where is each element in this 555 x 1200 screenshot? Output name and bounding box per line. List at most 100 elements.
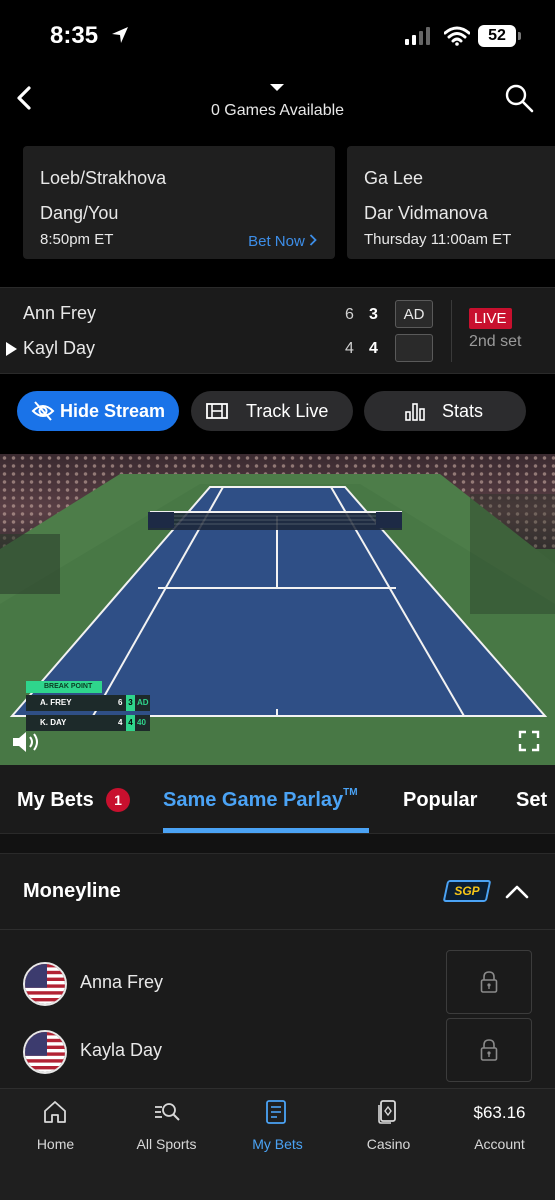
hide-stream-label: Hide Stream — [60, 401, 166, 421]
stream-controls: Hide Stream Track Live Stats — [0, 374, 555, 454]
overlay-score-row: K. DAY 4 4 40 — [26, 715, 150, 731]
overlay-score-row: A. FREY 6 3 AD — [26, 695, 150, 711]
cellular-signal-icon — [405, 27, 430, 45]
games-dropdown-caret-icon[interactable] — [270, 84, 284, 91]
nav-all-sports[interactable]: All Sports — [111, 1089, 222, 1159]
divider — [451, 300, 452, 362]
live-video-stream[interactable]: BREAK POINT A. FREY 6 3 AD K. DAY 4 4 40 — [0, 454, 555, 765]
lock-icon — [480, 971, 498, 993]
nav-casino[interactable]: Casino — [333, 1089, 444, 1159]
location-arrow-icon — [112, 27, 128, 43]
bet-now-link[interactable]: Bet Now — [248, 233, 317, 250]
battery-indicator: 52 — [478, 25, 516, 47]
set-1-score: 4 — [345, 340, 354, 357]
court-tracker-icon — [206, 403, 228, 419]
nav-label: All Sports — [136, 1136, 197, 1152]
tab-my-bets[interactable]: My Bets — [17, 789, 94, 812]
market-runner: Anna Frey — [0, 950, 555, 1014]
wifi-icon — [444, 26, 470, 46]
player-name: Ann Frey — [23, 303, 97, 323]
locked-odds-button[interactable] — [446, 1018, 532, 1082]
home-icon — [44, 1101, 66, 1123]
account-balance: $63.16 — [473, 1103, 526, 1122]
status-bar: 8:35 52 — [0, 0, 555, 72]
us-flag-icon — [23, 1030, 67, 1074]
section-spacer — [0, 834, 555, 853]
game-team-1: Ga Lee — [364, 168, 424, 188]
us-flag-icon — [23, 962, 67, 1006]
overlay-points: AD — [137, 698, 149, 707]
sgp-badge-label: SGP — [454, 884, 480, 898]
bet-tabs: My Bets 1 Same Game ParlayTM Popular Set — [0, 765, 555, 834]
serving-indicator-icon — [6, 342, 17, 356]
bottom-navigation: Home All Sports My Bets Casino $63.16 Ac… — [0, 1088, 555, 1200]
moneyline-market: Moneyline SGP Anna Frey Kayla Day — [0, 853, 555, 1088]
game-points-box: AD — [395, 300, 433, 328]
runner-name: Kayla Day — [80, 1040, 163, 1060]
sgp-badge: SGP — [442, 880, 492, 902]
bet-slip-icon — [266, 1100, 286, 1124]
hide-stream-button[interactable]: Hide Stream — [17, 391, 179, 431]
trademark-symbol: TM — [343, 787, 358, 798]
nav-label: Account — [474, 1136, 525, 1152]
lock-icon — [480, 1039, 498, 1061]
battery-tip — [518, 32, 521, 40]
chevron-up-icon[interactable] — [503, 880, 531, 904]
tab-set[interactable]: Set — [516, 789, 547, 812]
status-time: 8:35 — [50, 22, 99, 49]
stats-button[interactable]: Stats — [364, 391, 526, 431]
playing-card-icon — [378, 1100, 396, 1124]
overlay-set-1: 4 — [118, 718, 123, 727]
nav-label: Home — [36, 1136, 75, 1152]
player-name: Kayl Day — [23, 338, 96, 358]
game-start-time: Thursday 11:00am ET — [364, 231, 512, 248]
tab-same-game-parlay[interactable]: Same Game ParlayTM — [163, 787, 358, 812]
game-team-1: Loeb/Strakhova — [40, 168, 167, 188]
eye-off-icon — [31, 401, 55, 421]
set-2-score: 4 — [369, 340, 378, 357]
set-1-score: 6 — [345, 306, 354, 323]
chevron-right-icon — [309, 234, 317, 246]
overlay-set-2: 3 — [126, 695, 135, 711]
tab-popular[interactable]: Popular — [403, 789, 477, 812]
stats-label: Stats — [442, 401, 484, 421]
active-tab-indicator — [163, 828, 369, 833]
nav-label: Casino — [366, 1136, 411, 1152]
tab-same-game-parlay-label: Same Game Parlay — [163, 789, 344, 811]
game-card[interactable]: Loeb/Strakhova Dang/You 8:50pm ET Bet No… — [23, 146, 335, 259]
live-scoreboard: Ann Frey Kayl Day 6 3 4 4 AD LIVE 2nd se… — [0, 287, 555, 374]
my-bets-count-badge: 1 — [106, 788, 130, 812]
locked-odds-button[interactable] — [446, 950, 532, 1014]
game-start-time: 8:50pm ET — [40, 231, 114, 248]
game-team-2: Dar Vidmanova — [364, 203, 488, 223]
nav-home[interactable]: Home — [0, 1089, 111, 1159]
broadcast-score-overlay: BREAK POINT A. FREY 6 3 AD K. DAY 4 4 40 — [26, 681, 150, 737]
overlay-points: 40 — [137, 718, 146, 727]
overlay-player-name: K. DAY — [40, 718, 67, 727]
live-badge: LIVE — [469, 308, 512, 329]
set-2-score: 3 — [369, 306, 378, 323]
volume-icon[interactable] — [11, 730, 43, 754]
nav-my-bets[interactable]: My Bets — [222, 1089, 333, 1159]
games-available-selector[interactable]: 0 Games Available — [0, 102, 555, 120]
nav-label: My Bets — [252, 1136, 303, 1152]
upcoming-games-carousel[interactable]: Loeb/Strakhova Dang/You 8:50pm ET Bet No… — [0, 132, 555, 287]
game-team-2: Dang/You — [40, 203, 119, 223]
bet-now-label: Bet Now — [248, 233, 305, 250]
track-live-button[interactable]: Track Live — [191, 391, 353, 431]
nav-account[interactable]: $63.16 Account — [444, 1089, 555, 1159]
market-runner: Kayla Day — [0, 1018, 555, 1082]
fullscreen-icon[interactable] — [518, 730, 540, 752]
market-title: Moneyline — [23, 880, 121, 902]
overlay-player-name: A. FREY — [40, 698, 72, 707]
sports-search-icon — [155, 1103, 180, 1121]
event-header: 0 Games Available — [0, 72, 555, 132]
game-points-box — [395, 334, 433, 362]
overlay-set-2: 4 — [126, 715, 135, 731]
overlay-set-1: 6 — [118, 698, 123, 707]
bar-chart-icon — [405, 403, 425, 421]
break-point-banner: BREAK POINT — [26, 681, 102, 693]
game-card[interactable]: Ga Lee Dar Vidmanova Thursday 11:00am ET — [347, 146, 555, 259]
search-icon[interactable] — [503, 82, 535, 114]
current-set-label: 2nd set — [469, 333, 522, 350]
